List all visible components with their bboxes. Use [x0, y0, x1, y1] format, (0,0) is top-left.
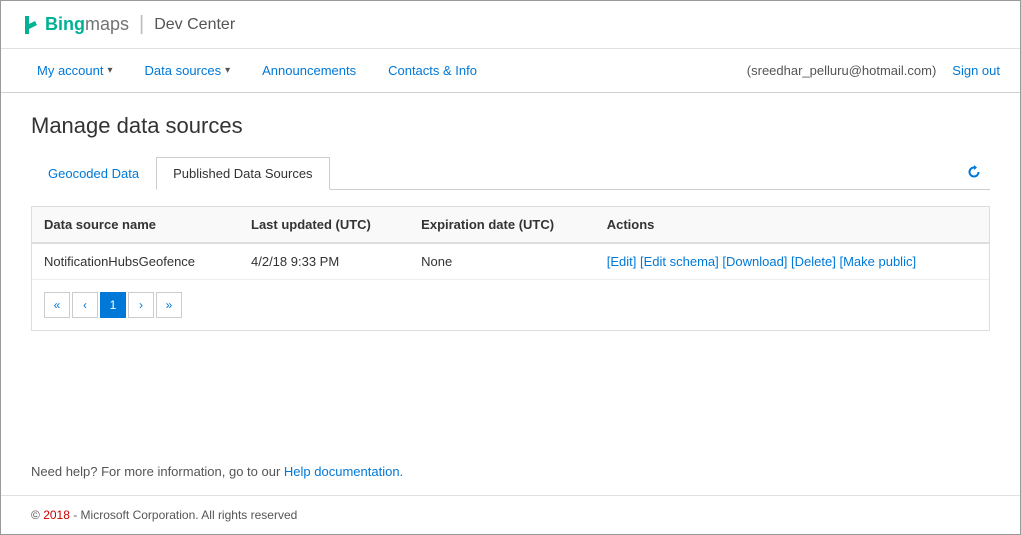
footer-year: 2018	[43, 508, 70, 522]
tab-published[interactable]: Published Data Sources	[156, 157, 329, 190]
page-title: Manage data sources	[31, 113, 990, 139]
tabs-container: Geocoded Data Published Data Sources	[31, 157, 990, 190]
logo-bing: Bing	[45, 14, 85, 35]
cell-last-updated: 4/2/18 9:33 PM	[239, 243, 409, 280]
help-section: Need help? For more information, go to o…	[1, 448, 1020, 495]
pagination-next[interactable]: ›	[128, 292, 154, 318]
footer-text: © 2018 - Microsoft Corporation. All righ…	[31, 508, 297, 522]
footer-company: - Microsoft Corporation. All rights rese…	[70, 508, 297, 522]
nav-signout[interactable]: Sign out	[952, 63, 1000, 78]
nav-right: (sreedhar_pelluru@hotmail.com) Sign out	[747, 63, 1000, 78]
action-delete[interactable]: [Delete]	[791, 254, 836, 269]
action-download[interactable]: [Download]	[722, 254, 787, 269]
refresh-button[interactable]	[958, 160, 990, 189]
nav-datasources[interactable]: Data sources ▾	[129, 49, 247, 93]
data-table: Data source name Last updated (UTC) Expi…	[32, 207, 989, 280]
cell-expiration: None	[409, 243, 595, 280]
expiration-text: None	[421, 254, 452, 269]
nav-email: (sreedhar_pelluru@hotmail.com)	[747, 63, 937, 78]
last-updated-text: 4/2/18 9:33 PM	[251, 254, 339, 269]
action-edit[interactable]: [Edit]	[607, 254, 637, 269]
data-table-container: Data source name Last updated (UTC) Expi…	[31, 206, 990, 331]
action-links: [Edit] [Edit schema] [Download] [Delete]…	[607, 254, 977, 269]
nav-bar: My account ▾ Data sources ▾ Announcement…	[1, 49, 1020, 93]
nav-announcements[interactable]: Announcements	[246, 49, 372, 93]
myaccount-caret-icon: ▾	[107, 65, 112, 76]
help-text-before: Need help? For more information, go to o…	[31, 464, 284, 479]
help-documentation-link[interactable]: Help documentation.	[284, 464, 403, 479]
logo-bar: Bing maps | Dev Center	[1, 1, 1020, 49]
nav-contactsinfo[interactable]: Contacts & Info	[372, 49, 493, 93]
table-header-row: Data source name Last updated (UTC) Expi…	[32, 207, 989, 243]
footer-copyright: ©	[31, 508, 43, 522]
pagination-first[interactable]: «	[44, 292, 70, 318]
pagination-last[interactable]: »	[156, 292, 182, 318]
pagination-prev[interactable]: ‹	[72, 292, 98, 318]
datasource-name-text: NotificationHubsGeofence	[44, 254, 195, 269]
pagination-current[interactable]: 1	[100, 292, 126, 318]
action-edit-schema[interactable]: [Edit schema]	[640, 254, 719, 269]
cell-actions: [Edit] [Edit schema] [Download] [Delete]…	[595, 243, 989, 280]
table-row: NotificationHubsGeofence 4/2/18 9:33 PM …	[32, 243, 989, 280]
footer: © 2018 - Microsoft Corporation. All righ…	[1, 495, 1020, 534]
logo-divider: |	[139, 13, 144, 36]
nav-myaccount[interactable]: My account ▾	[21, 49, 129, 93]
pagination: « ‹ 1 › »	[32, 280, 989, 330]
action-make-public[interactable]: [Make public]	[839, 254, 916, 269]
cell-datasource-name: NotificationHubsGeofence	[32, 243, 239, 280]
tab-geocoded[interactable]: Geocoded Data	[31, 157, 156, 190]
col-header-name: Data source name	[32, 207, 239, 243]
main-content: Manage data sources Geocoded Data Publis…	[1, 93, 1020, 448]
col-header-actions: Actions	[595, 207, 989, 243]
nav-left: My account ▾ Data sources ▾ Announcement…	[21, 49, 747, 93]
logo-maps: maps	[85, 14, 129, 35]
logo-devcenter: Dev Center	[154, 16, 235, 34]
col-header-expiration: Expiration date (UTC)	[409, 207, 595, 243]
datasources-caret-icon: ▾	[225, 65, 230, 76]
bing-logo-icon	[21, 14, 43, 36]
col-header-updated: Last updated (UTC)	[239, 207, 409, 243]
